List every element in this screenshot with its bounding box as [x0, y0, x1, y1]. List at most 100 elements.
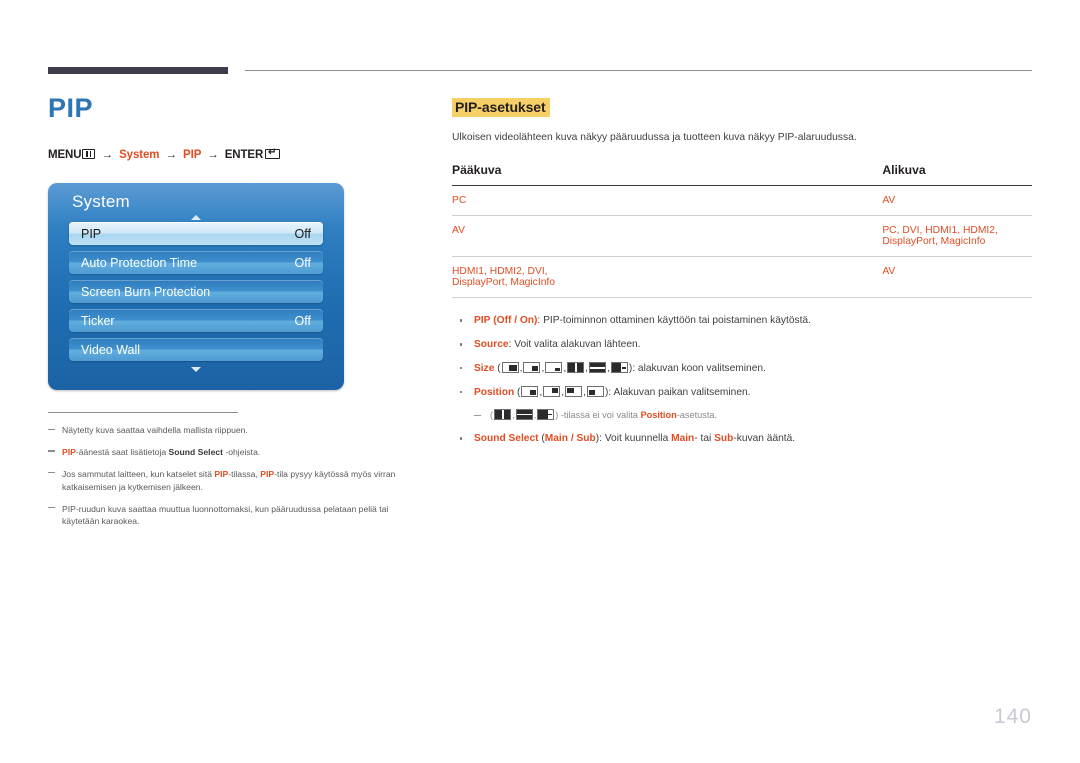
- dash-icon: [474, 414, 481, 416]
- note-text: -asetusta.: [676, 409, 718, 420]
- note-text: -ohjeista.: [222, 446, 261, 457]
- note-accent: PIP: [62, 446, 76, 457]
- bullet-desc: ): alakuvan koon valitseminen.: [628, 363, 766, 375]
- osd-row-label: Screen Burn Protection: [81, 284, 211, 299]
- bullet-option-main: Main: [544, 433, 568, 445]
- pip-split-horizontal-icon: [515, 408, 533, 420]
- osd-row-video-wall[interactable]: Video Wall: [69, 338, 323, 361]
- header-bar: [48, 67, 228, 74]
- bullet-options: (Off / On): [493, 315, 538, 327]
- note-item: PIP-ruudun kuva saattaa muuttua luonnott…: [48, 503, 408, 529]
- osd-row-label: Video Wall: [81, 342, 141, 357]
- bullet-sound-select: Sound Select (Main / Sub): Voit kuunnell…: [452, 431, 1032, 447]
- bullet-desc: : Voit valita alakuvan lähteen.: [508, 339, 641, 351]
- table-cell-main: AV: [452, 215, 591, 258]
- settings-bullet-list: PIP (Off / On): PIP-toiminnon ottaminen …: [452, 313, 1032, 447]
- osd-row-value: Off: [294, 313, 311, 328]
- osd-row-label: Ticker: [81, 313, 115, 328]
- bullet-size: Size (,,,,,): alakuvan koon valitseminen…: [452, 361, 1032, 377]
- osd-row-value: Off: [294, 255, 311, 270]
- bullet-desc: - tai: [694, 433, 715, 445]
- pip-size-small-icon: [545, 362, 563, 374]
- menu-path-system-label: System: [119, 149, 160, 161]
- bullet-name: PIP: [474, 315, 491, 327]
- table-cell-sub: AV: [590, 185, 1032, 217]
- table-row: AV PC, DVI, HDMI1, HDMI2, DisplayPort, M…: [452, 215, 1032, 258]
- pip-split-wide-icon: [537, 408, 555, 420]
- bullet-name: Source: [474, 339, 509, 351]
- arrow-icon-2: →: [165, 149, 178, 161]
- menu-path-pip-label: PIP: [183, 149, 202, 161]
- pip-pos-top-right-icon: [543, 385, 561, 397]
- menu-path-menu-label: MENU: [48, 149, 82, 161]
- bullet-source: Source: Voit valita alakuvan lähteen.: [452, 337, 1032, 353]
- bullet-dot-icon: [460, 319, 463, 322]
- left-column: PIP MENU → System → PIP → ENTER: [48, 95, 428, 161]
- pip-split-vertical-icon: [567, 362, 585, 374]
- bullet-desc: ): Alakuvan paikan valitseminen.: [604, 386, 751, 398]
- osd-row-screen-burn-protection[interactable]: Screen Burn Protection: [69, 280, 323, 303]
- section-title: PIP-asetukset: [452, 98, 550, 117]
- bullet-name: Position: [474, 386, 515, 398]
- menu-path-enter-label: ENTER: [224, 149, 264, 161]
- note-text: Näytetty kuva saattaa vaihdella mallista…: [62, 425, 248, 435]
- bullet-name: Sound Select: [474, 433, 539, 445]
- dash-icon: [48, 450, 55, 452]
- bullet-option-sep: /: [568, 433, 577, 445]
- pip-split-vertical-icon: [494, 408, 512, 420]
- table-header-row: Pääkuva Alikuva: [452, 163, 1032, 187]
- note-text: -tilassa,: [228, 468, 261, 479]
- table-cell-main: HDMI1, HDMI2, DVI, DisplayPort, MagicInf…: [452, 256, 591, 299]
- note-text: Jos sammutat laitteen, kun katselet sitä: [62, 468, 215, 479]
- arrow-icon-1: →: [101, 149, 114, 161]
- pip-pos-bottom-left-icon: [586, 385, 604, 397]
- dash-icon: [48, 472, 55, 474]
- bullet-pip: PIP (Off / On): PIP-toiminnon ottaminen …: [452, 313, 1032, 329]
- bullet-position-note: (,,) -tilassa ei voi valita Position-ase…: [452, 408, 1032, 423]
- bullet-desc: ): Voit kuunnella: [595, 433, 672, 445]
- dash-icon: [48, 507, 55, 509]
- bullet-paren-open: (: [514, 386, 521, 398]
- enter-key-icon: [265, 149, 281, 159]
- note-accent: PIP: [260, 468, 275, 479]
- osd-title: System: [72, 192, 130, 211]
- bullet-dot-icon: [460, 343, 463, 346]
- note-accent: Position: [640, 409, 677, 420]
- osd-system-menu: System PIP Off Auto Protection Time Off …: [48, 183, 344, 390]
- page-title: PIP: [48, 93, 94, 123]
- bullet-option-sub: Sub: [576, 433, 596, 445]
- bullet-name: Size: [474, 363, 495, 375]
- caret-down-icon[interactable]: [191, 367, 201, 372]
- table-row: PC AV: [452, 185, 1032, 217]
- osd-row-pip[interactable]: PIP Off: [69, 222, 323, 245]
- pip-size-large-icon: [501, 362, 519, 374]
- note-item: PIP-äänestä saat lisätietoja Sound Selec…: [48, 446, 408, 459]
- bullet-position: Position (,,,): Alakuvan paikan valitsem…: [452, 385, 1032, 401]
- pip-pos-top-left-icon: [565, 385, 583, 397]
- note-item: Näytetty kuva saattaa vaihdella mallista…: [48, 424, 408, 437]
- note-key: Sound Select: [168, 446, 223, 457]
- bullet-dot-icon: [460, 367, 463, 370]
- table-cell-main: PC: [452, 185, 591, 217]
- manual-page: PIP MENU → System → PIP → ENTER System P…: [0, 0, 1080, 763]
- bullet-desc: -kuvan ääntä.: [733, 433, 796, 445]
- osd-row-auto-protection-time[interactable]: Auto Protection Time Off: [69, 251, 323, 274]
- osd-row-label: Auto Protection Time: [81, 255, 198, 270]
- bullet-desc: : PIP-toiminnon ottaminen käyttöön tai p…: [537, 315, 811, 327]
- menu-path: MENU → System → PIP → ENTER: [48, 149, 428, 161]
- note-text: -äänestä saat lisätietoja: [75, 446, 169, 457]
- note-accent: PIP: [214, 468, 229, 479]
- note-paren-open: (: [490, 409, 494, 420]
- bullet-paren-open: (: [494, 363, 501, 375]
- section-intro: Ulkoisen videolähteen kuva näkyy pääruud…: [452, 132, 857, 143]
- note-text: PIP-ruudun kuva saattaa muuttua luonnott…: [62, 503, 389, 527]
- bullet-accent-sub: Sub: [714, 433, 734, 445]
- pip-split-wide-icon: [610, 362, 628, 374]
- osd-row-ticker[interactable]: Ticker Off: [69, 309, 323, 332]
- menu-button-icon: [82, 149, 96, 159]
- header-rule: [245, 70, 1032, 71]
- right-column: PIP-asetukset Ulkoisen videolähteen kuva…: [452, 98, 1032, 455]
- bullet-dot-icon: [460, 437, 463, 440]
- pip-pos-bottom-right-icon: [521, 385, 539, 397]
- osd-row-label: PIP: [81, 226, 102, 241]
